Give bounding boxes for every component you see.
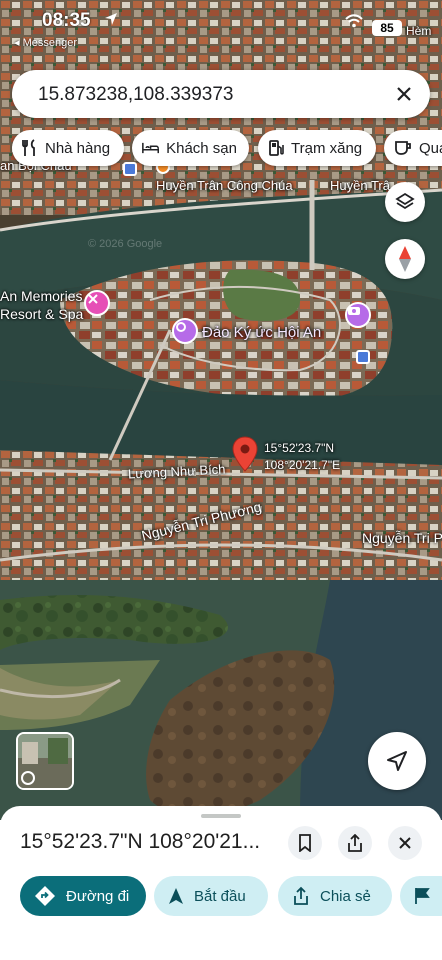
- street-view-preview: [18, 734, 72, 788]
- chip-gas-stations[interactable]: Trạm xăng: [258, 130, 376, 166]
- close-icon[interactable]: [392, 82, 416, 106]
- location-services-icon: [105, 13, 117, 25]
- place-bottom-sheet[interactable]: 15°52'23.7"N 108°20'21... Đường đi Bắt đ…: [0, 806, 442, 960]
- chip-label: Trạm xăng: [291, 139, 363, 157]
- wifi-icon: [345, 14, 363, 28]
- satellite-map[interactable]: Hèm an Bội Châu Huyền Trân Công Chúa Huy…: [0, 0, 442, 820]
- dao-ky-uc-poi-marker[interactable]: [172, 318, 198, 344]
- resort-poi-marker[interactable]: [84, 290, 110, 316]
- navigation-start-icon: [169, 888, 183, 904]
- map-label-memories-2: Resort & Spa: [0, 306, 84, 322]
- start-button[interactable]: Bắt đầu: [154, 876, 268, 916]
- spa-icon: [88, 294, 98, 304]
- map-label-huyen-tran-1: Huyền Trân Công Chúa: [156, 178, 293, 193]
- save-label-button[interactable]: [400, 876, 442, 916]
- bus-stop-marker[interactable]: [123, 162, 137, 176]
- bed-icon: [142, 142, 160, 154]
- navigation-arrow-icon: [387, 751, 407, 771]
- gas-pump-icon: [269, 140, 284, 156]
- share-icon: [294, 886, 308, 905]
- share-label: Chia sẻ: [320, 887, 371, 905]
- status-bar: 08:35 ◂ Messenger 85: [0, 0, 442, 56]
- status-time: 08:35: [42, 10, 91, 31]
- layers-icon: [395, 192, 415, 210]
- bookmark-icon: [299, 834, 311, 852]
- share-button[interactable]: Chia sẻ: [278, 876, 392, 916]
- camera-icon: [348, 307, 360, 315]
- chip-label: Nhà hàng: [45, 139, 111, 157]
- directions-icon: [35, 886, 55, 906]
- map-label-nguyen-tri-phuong-2: Nguyễn Tri P: [362, 530, 442, 546]
- compass-icon: [399, 246, 411, 272]
- share-icon-button[interactable]: [338, 826, 372, 860]
- map-label-dao-ky-uc[interactable]: Đảo Ký ức Hội An: [202, 324, 321, 341]
- map-watermark: © 2026 Google: [88, 238, 163, 250]
- back-to-app-link[interactable]: ◂ Messenger: [14, 36, 77, 49]
- bus-stop-marker[interactable]: [356, 350, 370, 364]
- map-label-memories-1: An Memories: [0, 288, 83, 304]
- search-bar[interactable]: 15.873238,108.339373: [12, 70, 430, 118]
- compass-button[interactable]: [385, 239, 425, 279]
- search-query-text[interactable]: 15.873238,108.339373: [38, 84, 233, 106]
- place-title: 15°52'23.7"N 108°20'21...: [20, 830, 261, 853]
- battery-indicator: 85: [372, 20, 402, 36]
- close-sheet-button[interactable]: [388, 826, 422, 860]
- share-icon: [348, 834, 362, 852]
- maps-app: Hèm an Bội Châu Huyền Trân Công Chúa Huy…: [0, 0, 442, 960]
- flag-icon: [415, 888, 430, 904]
- location-pin-icon[interactable]: [232, 436, 258, 472]
- street-view-thumbnail[interactable]: [16, 732, 74, 790]
- fork-knife-icon: [22, 139, 35, 156]
- directions-label: Đường đi: [66, 887, 130, 905]
- pin-longitude: 108°20'21.7"E: [264, 458, 341, 472]
- map-imagery: [0, 0, 442, 820]
- my-location-button[interactable]: [368, 732, 426, 790]
- chip-label: Khách sạn: [166, 139, 237, 157]
- pin-latitude: 15°52'23.7"N: [264, 441, 335, 455]
- coffee-cup-icon: [395, 141, 411, 155]
- sheet-drag-handle[interactable]: [201, 814, 241, 818]
- photo-poi-marker[interactable]: [345, 302, 371, 328]
- directions-button[interactable]: Đường đi: [20, 876, 146, 916]
- save-button[interactable]: [288, 826, 322, 860]
- attraction-icon: [176, 322, 186, 332]
- chip-restaurants[interactable]: Nhà hàng: [12, 130, 124, 166]
- chip-label: Quá: [419, 139, 442, 157]
- layers-button[interactable]: [385, 182, 425, 222]
- chip-hotels[interactable]: Khách sạn: [132, 130, 249, 166]
- map-label-huyen-tran-2: Huyền Trâ: [330, 178, 390, 193]
- start-label: Bắt đầu: [194, 887, 246, 905]
- close-icon: [399, 837, 411, 849]
- chip-cafes[interactable]: Quá: [384, 130, 442, 166]
